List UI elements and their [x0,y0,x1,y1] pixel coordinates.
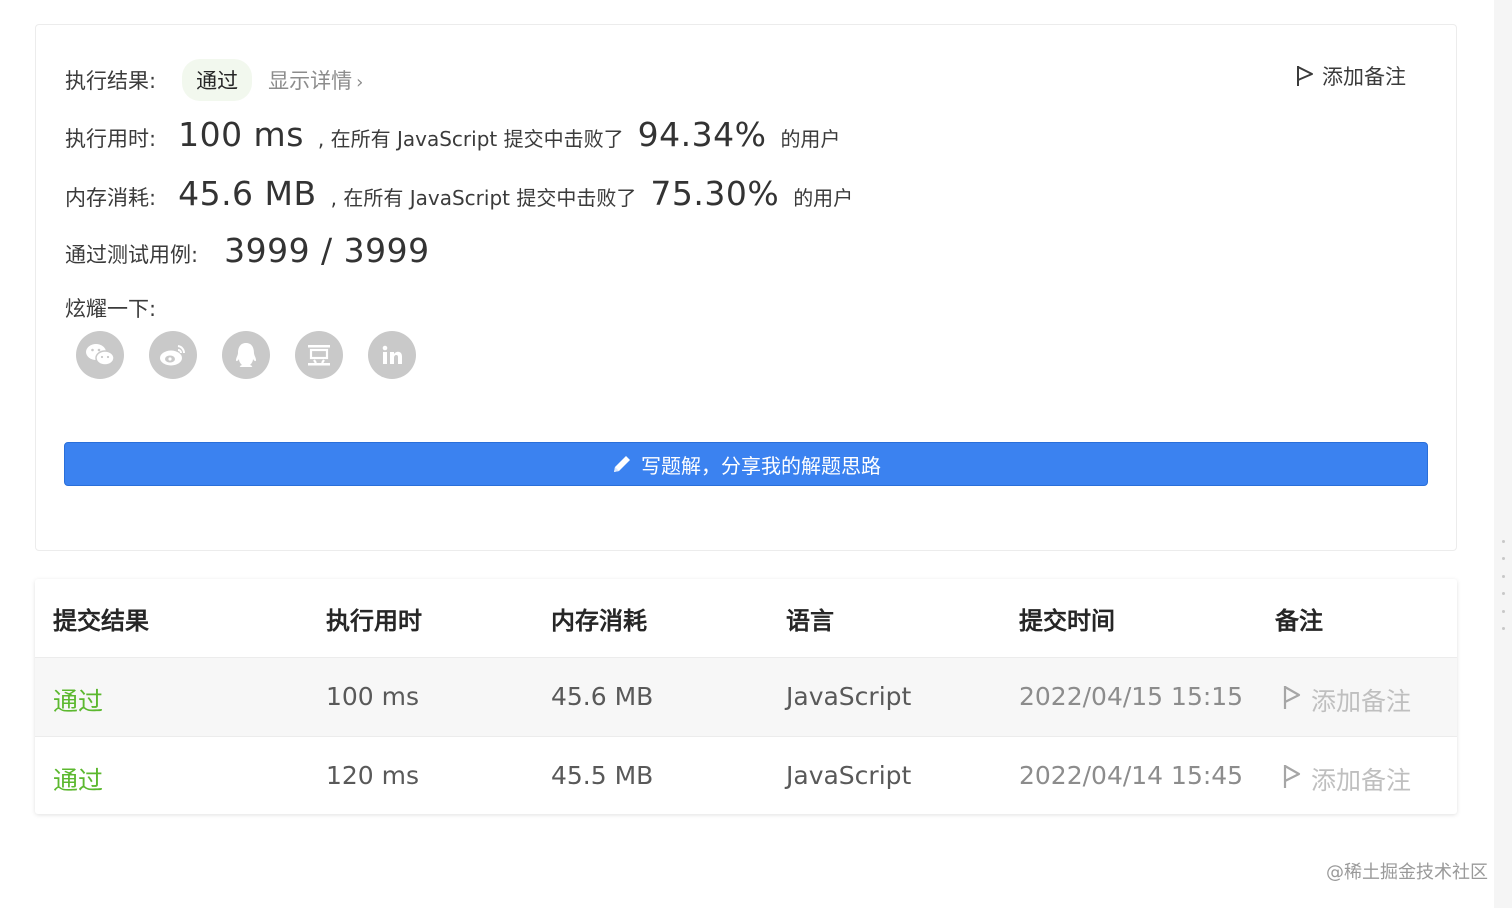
row-memory: 45.5 MB [551,761,654,790]
row-status-link[interactable]: 通过 [53,761,103,797]
row-add-note-button[interactable]: 添加备注 [1281,761,1411,797]
runtime-beat-text: , 在所有 JavaScript 提交中击败了 [317,127,624,151]
add-note-button[interactable]: 添加备注 [1294,61,1406,91]
row-submit-time: 2022/04/15 15:15 [1019,682,1244,711]
show-details-label: 显示详情 [268,69,353,93]
header-note: 备注 [1275,606,1323,635]
wechat-icon[interactable] [76,331,124,379]
header-status: 提交结果 [53,606,149,635]
right-gutter [1494,0,1512,908]
row-add-note-label: 添加备注 [1311,766,1412,795]
pencil-icon [611,453,633,475]
share-row: 炫耀一下: [65,293,156,323]
table-row[interactable]: 通过 120 ms 45.5 MB JavaScript 2022/04/14 … [35,736,1457,814]
row-memory: 45.6 MB [551,682,654,711]
douban-icon[interactable] [295,331,343,379]
header-submit-time: 提交时间 [1019,606,1115,635]
status-label: 执行结果: [65,69,157,93]
row-runtime: 100 ms [326,682,420,711]
runtime-percent: 94.34% [637,115,767,154]
linkedin-icon[interactable] [368,331,416,379]
memory-row: 内存消耗: 45.6 MB , 在所有 JavaScript 提交中击败了 75… [65,174,853,213]
watermark: @稀土掘金技术社区 [1326,862,1488,883]
result-card: 执行结果: 通过 显示详情 › 添加备注 执行用时: 100 ms , 在所有 J… [35,24,1457,551]
status-row: 执行结果: 通过 显示详情 › [65,59,363,101]
row-submit-time: 2022/04/14 15:45 [1019,761,1244,790]
header-runtime: 执行用时 [326,606,422,635]
testcases-value: 3999 / 3999 [224,231,430,270]
write-solution-button[interactable]: 写题解，分享我的解题思路 [64,442,1428,486]
row-status-link[interactable]: 通过 [53,682,103,718]
testcases-row: 通过测试用例: 3999 / 3999 [65,231,430,270]
scroll-handle[interactable] [1500,540,1506,630]
share-icons [76,331,416,379]
qq-icon[interactable] [222,331,270,379]
show-details-link[interactable]: 显示详情 › [268,65,363,95]
table-row[interactable]: 通过 100 ms 45.6 MB JavaScript 2022/04/15 … [35,657,1457,736]
testcases-label: 通过测试用例: [65,243,199,267]
memory-value: 45.6 MB [178,174,317,213]
runtime-value: 100 ms [178,115,304,154]
row-language: JavaScript [786,682,912,711]
header-memory: 内存消耗 [551,606,647,635]
memory-beat-text: , 在所有 JavaScript 提交中击败了 [330,186,637,210]
runtime-row: 执行用时: 100 ms , 在所有 JavaScript 提交中击败了 94.… [65,115,840,154]
runtime-suffix: 的用户 [780,127,841,151]
memory-percent: 75.30% [650,174,780,213]
table-header: 提交结果 执行用时 内存消耗 语言 提交时间 备注 [35,579,1457,657]
runtime-label: 执行用时: [65,127,157,151]
memory-suffix: 的用户 [793,186,854,210]
add-note-label: 添加备注 [1322,65,1406,89]
row-add-note-label: 添加备注 [1311,687,1412,716]
memory-label: 内存消耗: [65,186,157,210]
row-add-note-button[interactable]: 添加备注 [1281,682,1411,718]
share-label: 炫耀一下: [65,297,157,321]
submissions-table: 提交结果 执行用时 内存消耗 语言 提交时间 备注 通过 100 ms 45.6… [35,579,1457,814]
flag-icon [1281,762,1303,796]
weibo-icon[interactable] [149,331,197,379]
flag-icon [1281,683,1303,717]
row-runtime: 120 ms [326,761,420,790]
row-language: JavaScript [786,761,912,790]
header-language: 语言 [786,606,834,635]
write-solution-label: 写题解，分享我的解题思路 [641,453,881,478]
flag-icon [1294,64,1316,88]
status-badge: 通过 [182,59,253,101]
chevron-right-icon: › [356,72,364,93]
